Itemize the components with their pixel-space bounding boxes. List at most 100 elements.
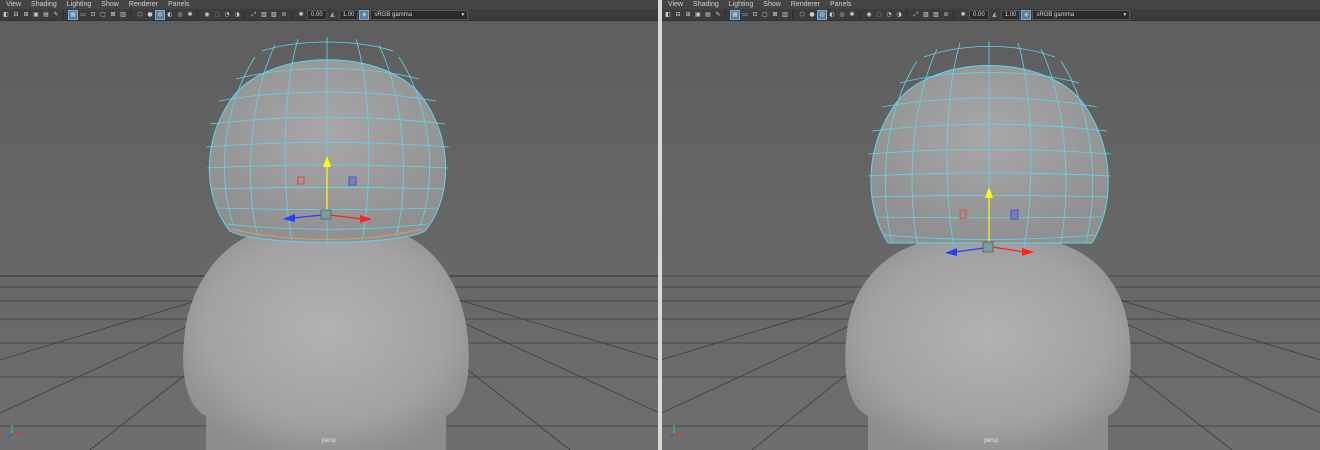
gate-mask-icon[interactable]: ▢ (99, 11, 107, 19)
toolbar-separator (63, 10, 64, 19)
bookmarks-icon[interactable]: ⊞ (22, 11, 30, 19)
depth-of-field-icon[interactable]: ◑ (895, 11, 903, 19)
color-management-icon[interactable]: ◈ (359, 9, 370, 20)
isolate-select-icon[interactable]: ⤢ (912, 11, 920, 19)
color-space-value: sRGB gamma (374, 11, 413, 18)
toolbar-separator (244, 10, 245, 19)
gizmo-plane-yz[interactable] (348, 176, 357, 186)
smooth-shade-icon[interactable]: ● (808, 11, 816, 19)
film-gate-icon[interactable]: ▭ (741, 11, 749, 19)
toolbar-separator (953, 10, 954, 19)
camera-attributes-icon[interactable]: ⊟ (674, 11, 682, 19)
safe-action-icon[interactable]: ▥ (119, 11, 127, 19)
right-viewport-panel[interactable]: View Shading Lighting Show Renderer Pane… (662, 0, 1320, 450)
wireframe-on-shaded-icon[interactable]: ◍ (155, 9, 165, 20)
field-chart-icon[interactable]: ⊠ (771, 11, 779, 19)
image-plane-icon[interactable]: ▣ (694, 11, 702, 19)
gizmo-plane-yz[interactable] (1010, 209, 1019, 220)
exposure-field[interactable]: 0.00 (307, 9, 327, 20)
xray-icon[interactable]: ▧ (260, 11, 268, 19)
gate-mask-icon[interactable]: ▢ (761, 11, 769, 19)
gamma-field[interactable]: 1.00 (1000, 9, 1021, 20)
menu-shading[interactable]: Shading (688, 0, 724, 9)
gamma-field[interactable]: 1.00 (338, 9, 359, 20)
textured-icon[interactable]: ◐ (166, 11, 174, 19)
textured-icon[interactable]: ◐ (828, 11, 836, 19)
isolate-select-icon[interactable]: ⤢ (250, 11, 258, 19)
grease-pencil-icon[interactable]: ✎ (714, 11, 722, 19)
use-all-lights-icon[interactable]: ◎ (176, 11, 184, 19)
backface-culling-icon[interactable]: ⊘ (280, 11, 288, 19)
menu-lighting[interactable]: Lighting (62, 0, 97, 9)
3d-viewport[interactable]: persp (0, 21, 658, 450)
camera-attributes-icon[interactable]: ⊟ (12, 11, 20, 19)
smooth-shade-icon[interactable]: ● (146, 11, 154, 19)
field-chart-icon[interactable]: ⊠ (109, 11, 117, 19)
gamma-icon[interactable]: ◭ (991, 11, 999, 19)
wireframe-on-shaded-icon[interactable]: ◍ (817, 9, 827, 20)
wireframe-icon[interactable]: ⬡ (798, 11, 806, 19)
grease-pencil-icon[interactable]: ✎ (52, 11, 60, 19)
color-space-dropdown[interactable]: sRGB gamma ▼ (1032, 9, 1131, 20)
menu-panels[interactable]: Panels (163, 0, 194, 9)
viewport-scene (662, 21, 1320, 450)
menu-shading[interactable]: Shading (26, 0, 62, 9)
toolbar-separator (859, 10, 860, 19)
camera-name-label: persp (983, 438, 999, 444)
select-camera-icon[interactable]: ◧ (2, 11, 10, 19)
wireframe-icon[interactable]: ⬡ (136, 11, 144, 19)
resolution-gate-icon[interactable]: ⊡ (751, 11, 759, 19)
grid-icon[interactable]: ▦ (68, 9, 78, 20)
anti-aliasing-icon[interactable]: ◔ (223, 11, 231, 19)
chevron-down-icon: ▼ (460, 11, 466, 18)
film-gate-icon[interactable]: ▭ (79, 11, 87, 19)
anti-aliasing-icon[interactable]: ◔ (885, 11, 893, 19)
color-space-dropdown[interactable]: sRGB gamma ▼ (370, 9, 469, 20)
safe-action-icon[interactable]: ▥ (781, 11, 789, 19)
shadows-icon[interactable]: ✱ (186, 11, 194, 19)
backface-culling-icon[interactable]: ⊘ (942, 11, 950, 19)
select-camera-icon[interactable]: ◧ (664, 11, 672, 19)
use-all-lights-icon[interactable]: ◎ (838, 11, 846, 19)
bookmarks-icon[interactable]: ⊞ (684, 11, 692, 19)
xray-joints-icon[interactable]: ▨ (932, 11, 940, 19)
color-management-icon[interactable]: ◈ (1021, 9, 1032, 20)
gizmo-center-handle[interactable] (982, 241, 994, 253)
motion-blur-icon[interactable]: ◌ (213, 11, 221, 19)
menu-panels[interactable]: Panels (825, 0, 856, 9)
exposure-icon[interactable]: ✺ (297, 11, 305, 19)
panel-menubar: View Shading Lighting Show Renderer Pane… (0, 0, 658, 9)
menu-show[interactable]: Show (758, 0, 786, 9)
motion-blur-icon[interactable]: ◌ (875, 11, 883, 19)
gamma-icon[interactable]: ◭ (329, 11, 337, 19)
grid-icon[interactable]: ▦ (730, 9, 740, 20)
depth-of-field-icon[interactable]: ◑ (233, 11, 241, 19)
menu-show[interactable]: Show (96, 0, 124, 9)
snowman-body[interactable] (183, 231, 469, 450)
menu-renderer[interactable]: Renderer (124, 0, 163, 9)
screen-space-ao-icon[interactable]: ◉ (865, 11, 873, 19)
toolbar-separator (130, 10, 131, 19)
2d-pan-zoom-icon[interactable]: ▤ (42, 11, 50, 19)
panel-toolbar: ◧ ⊟ ⊞ ▣ ▤ ✎ ▦ ▭ ⊡ ▢ ⊠ ▥ ⬡ ● ◍ ◐ ◎ ✱ ◉ ◌ … (0, 9, 658, 21)
2d-pan-zoom-icon[interactable]: ▤ (704, 11, 712, 19)
gizmo-center-handle[interactable] (320, 209, 332, 220)
3d-viewport[interactable]: persp (662, 21, 1320, 450)
image-plane-icon[interactable]: ▣ (32, 11, 40, 19)
menu-renderer[interactable]: Renderer (786, 0, 825, 9)
xray-joints-icon[interactable]: ▨ (270, 11, 278, 19)
exposure-field[interactable]: 0.00 (969, 9, 989, 20)
shadows-icon[interactable]: ✱ (848, 11, 856, 19)
toolbar-separator (792, 10, 793, 19)
menu-view[interactable]: View (662, 0, 688, 9)
toolbar-separator (906, 10, 907, 19)
xray-icon[interactable]: ▧ (922, 11, 930, 19)
menu-lighting[interactable]: Lighting (724, 0, 759, 9)
color-space-value: sRGB gamma (1036, 11, 1075, 18)
snowman-body[interactable] (845, 243, 1131, 450)
left-viewport-panel[interactable]: View Shading Lighting Show Renderer Pane… (0, 0, 658, 450)
exposure-icon[interactable]: ✺ (959, 11, 967, 19)
screen-space-ao-icon[interactable]: ◉ (203, 11, 211, 19)
resolution-gate-icon[interactable]: ⊡ (89, 11, 97, 19)
menu-view[interactable]: View (0, 0, 26, 9)
